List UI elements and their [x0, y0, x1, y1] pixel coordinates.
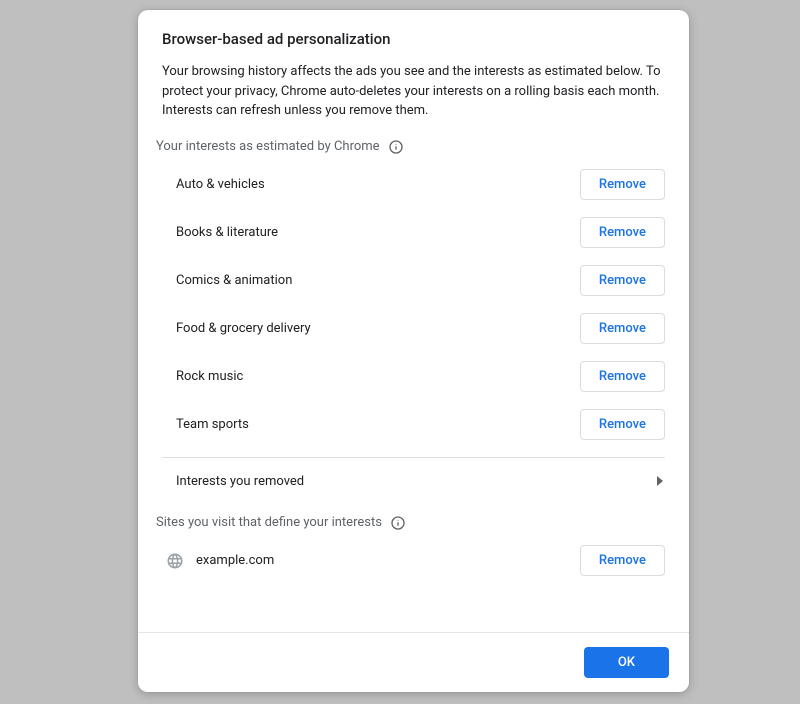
info-icon[interactable]: [388, 139, 404, 155]
interest-label: Comics & animation: [176, 273, 292, 288]
interest-row: Auto & vehicles Remove: [162, 161, 665, 209]
ad-personalization-dialog: Browser-based ad personalization Your br…: [138, 10, 689, 692]
dialog-description: Your browsing history affects the ads yo…: [138, 62, 689, 139]
info-icon[interactable]: [390, 515, 406, 531]
chevron-right-icon: [657, 476, 663, 486]
globe-icon: [166, 552, 184, 570]
remove-button[interactable]: Remove: [580, 217, 665, 248]
sites-header: Sites you visit that define your interes…: [138, 505, 689, 537]
remove-button[interactable]: Remove: [580, 545, 665, 576]
ok-button[interactable]: OK: [584, 647, 669, 678]
interest-row: Food & grocery delivery Remove: [162, 305, 665, 353]
removed-interests-row[interactable]: Interests you removed: [138, 458, 689, 505]
interest-label: Books & literature: [176, 225, 278, 240]
interest-label: Team sports: [176, 417, 249, 432]
dialog-footer: OK: [138, 632, 689, 692]
interest-label: Food & grocery delivery: [176, 321, 311, 336]
remove-button[interactable]: Remove: [580, 313, 665, 344]
interest-row: Rock music Remove: [162, 353, 665, 401]
dialog-title: Browser-based ad personalization: [138, 30, 689, 62]
remove-button[interactable]: Remove: [580, 169, 665, 200]
interest-label: Rock music: [176, 369, 243, 384]
dialog-content: Browser-based ad personalization Your br…: [138, 10, 689, 632]
interest-row: Team sports Remove: [162, 401, 665, 449]
sites-header-label: Sites you visit that define your interes…: [156, 515, 382, 530]
remove-button[interactable]: Remove: [580, 361, 665, 392]
interest-row: Books & literature Remove: [162, 209, 665, 257]
site-label: example.com: [196, 553, 274, 568]
remove-button[interactable]: Remove: [580, 409, 665, 440]
interest-row: Comics & animation Remove: [162, 257, 665, 305]
site-row: example.com Remove: [162, 537, 665, 585]
interests-header: Your interests as estimated by Chrome: [138, 139, 689, 161]
removed-interests-label: Interests you removed: [176, 474, 304, 489]
remove-button[interactable]: Remove: [580, 265, 665, 296]
interests-list: Auto & vehicles Remove Books & literatur…: [138, 161, 689, 449]
interests-header-label: Your interests as estimated by Chrome: [156, 139, 380, 154]
sites-list: example.com Remove: [138, 537, 689, 585]
interest-label: Auto & vehicles: [176, 177, 265, 192]
